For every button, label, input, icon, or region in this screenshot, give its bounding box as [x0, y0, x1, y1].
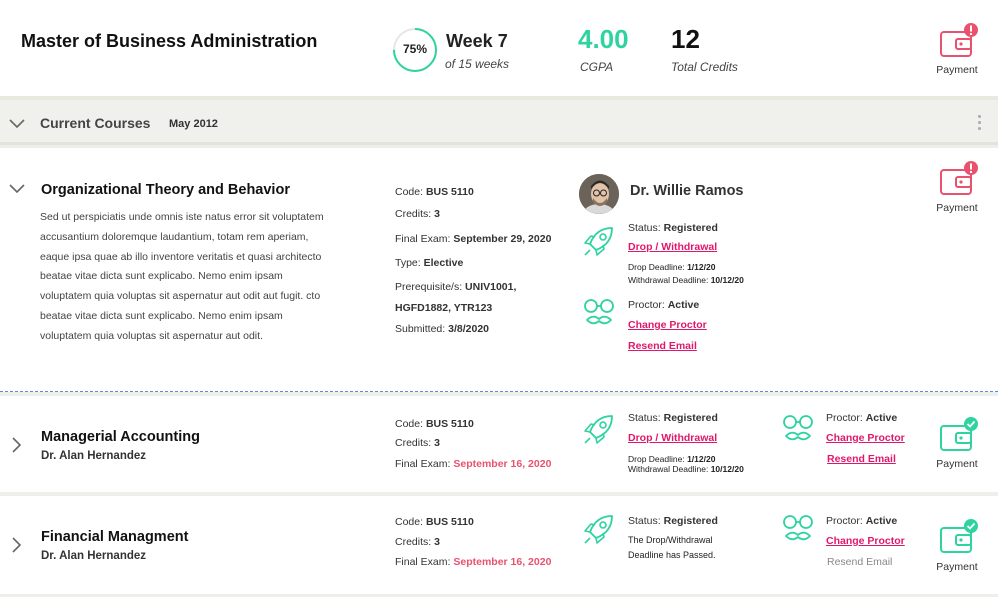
drop-deadline: Drop Deadline: 1/12/20: [628, 262, 716, 272]
week-label: Week 7: [446, 31, 508, 51]
registration-status: Status: Registered: [628, 412, 718, 424]
course-instructor: Dr. Alan Hernandez: [41, 450, 147, 462]
course-description: Sed ut perspiciatis unde omnis iste natu…: [40, 211, 324, 342]
chevron-right-icon[interactable]: [12, 537, 22, 553]
current-courses-bar[interactable]: Current Courses May 2012: [0, 100, 998, 145]
deadline-passed-note-cont: Deadline has Passed.: [628, 550, 716, 560]
payment-label: Payment: [936, 202, 978, 214]
course-title: Financial Managment: [41, 529, 189, 545]
payment-label: Payment: [936, 64, 978, 76]
registration-status: Status: Registered: [628, 222, 718, 234]
deadline-passed-note: The Drop/Withdrawal: [628, 535, 713, 545]
week-sub: of 15 weeks: [445, 57, 510, 71]
progress-ring: 75%: [392, 27, 438, 73]
final-exam: Final Exam: September 16, 2020: [395, 458, 552, 470]
wallet-check-icon: [940, 519, 978, 553]
program-title: Master of Business Administration: [21, 31, 318, 51]
header-payment-button[interactable]: Payment: [927, 22, 987, 78]
cgpa-label: CGPA: [580, 60, 614, 74]
proctor-status: Proctor: Active: [628, 299, 700, 311]
rocket-icon: [584, 415, 613, 444]
chevron-right-icon[interactable]: [12, 437, 22, 453]
proctor-status: Proctor: Active: [826, 515, 898, 527]
drop-withdrawal-link[interactable]: Drop / Withdrawal: [628, 241, 717, 253]
payment-label: Payment: [936, 561, 978, 573]
change-proctor-link[interactable]: Change Proctor: [628, 319, 707, 331]
header-bar: Master of Business Administration 75% We…: [0, 0, 998, 100]
rocket-icon: [584, 515, 613, 544]
course-payment-button[interactable]: Payment: [927, 416, 987, 472]
resend-email-disabled: Resend Email: [827, 556, 893, 568]
section-term: May 2012: [169, 118, 218, 130]
course-card: Financial Managment Dr. Alan Hernandez C…: [0, 496, 998, 594]
course-instructor: Dr. Alan Hernandez: [41, 550, 147, 562]
proctor-glasses-icon: [783, 415, 813, 441]
course-code: Code: BUS 5110: [395, 418, 474, 430]
progress-percent: 75%: [402, 42, 428, 56]
course-payment-button[interactable]: Payment: [927, 160, 987, 216]
course-credits: Credits: 3: [395, 208, 440, 220]
change-proctor-link[interactable]: Change Proctor: [826, 535, 905, 547]
avatar-graphic: [579, 174, 619, 214]
course-credits: Credits: 3: [395, 437, 440, 449]
submitted-date: Submitted: 3/8/2020: [395, 323, 489, 335]
wallet-alert-icon: [940, 161, 978, 195]
course-code: Code: BUS 5110: [395, 186, 474, 198]
course-credits: Credits: 3: [395, 536, 440, 548]
course-card-expanded: Organizational Theory and Behavior Sed u…: [0, 148, 998, 392]
resend-email-link[interactable]: Resend Email: [827, 453, 896, 465]
proctor-status: Proctor: Active: [826, 412, 898, 424]
final-exam: Final Exam: September 29, 2020: [395, 233, 552, 245]
drop-withdrawal-link[interactable]: Drop / Withdrawal: [628, 432, 717, 444]
course-payment-button[interactable]: Payment: [927, 518, 987, 574]
resend-email-link[interactable]: Resend Email: [628, 340, 697, 352]
wallet-check-icon: [940, 417, 978, 451]
course-type: Type: Elective: [395, 257, 464, 269]
prerequisites: Prerequisite/s: UNIV1001,: [395, 281, 517, 293]
rocket-icon: [584, 227, 613, 256]
withdrawal-deadline: Withdrawal Deadline: 10/12/20: [628, 275, 744, 285]
final-exam: Final Exam: September 16, 2020: [395, 556, 552, 568]
proctor-glasses-icon: [783, 515, 813, 541]
credits-value: 12: [671, 24, 700, 54]
payment-label: Payment: [936, 458, 978, 470]
section-title: Current Courses: [40, 115, 151, 131]
prerequisites-cont: HGFD1882, YTR123: [395, 302, 493, 314]
cgpa-value: 4.00: [578, 24, 629, 54]
course-title: Organizational Theory and Behavior: [41, 182, 290, 198]
course-card: Managerial Accounting Dr. Alan Hernandez…: [0, 396, 998, 492]
registration-status: Status: Registered: [628, 515, 718, 527]
withdrawal-deadline: Withdrawal Deadline: 10/12/20: [628, 464, 744, 474]
course-code: Code: BUS 5110: [395, 516, 474, 528]
wallet-alert-icon: [940, 23, 978, 57]
proctor-glasses-icon: [584, 299, 614, 325]
drop-deadline: Drop Deadline: 1/12/20: [628, 454, 716, 464]
avatar: [579, 174, 619, 214]
more-options-icon[interactable]: [978, 115, 982, 133]
change-proctor-link[interactable]: Change Proctor: [826, 432, 905, 444]
chevron-down-icon[interactable]: [9, 184, 25, 194]
chevron-down-icon[interactable]: [9, 119, 25, 129]
instructor-name: Dr. Willie Ramos: [630, 183, 744, 199]
course-title: Managerial Accounting: [41, 429, 200, 445]
credits-label: Total Credits: [671, 60, 738, 74]
